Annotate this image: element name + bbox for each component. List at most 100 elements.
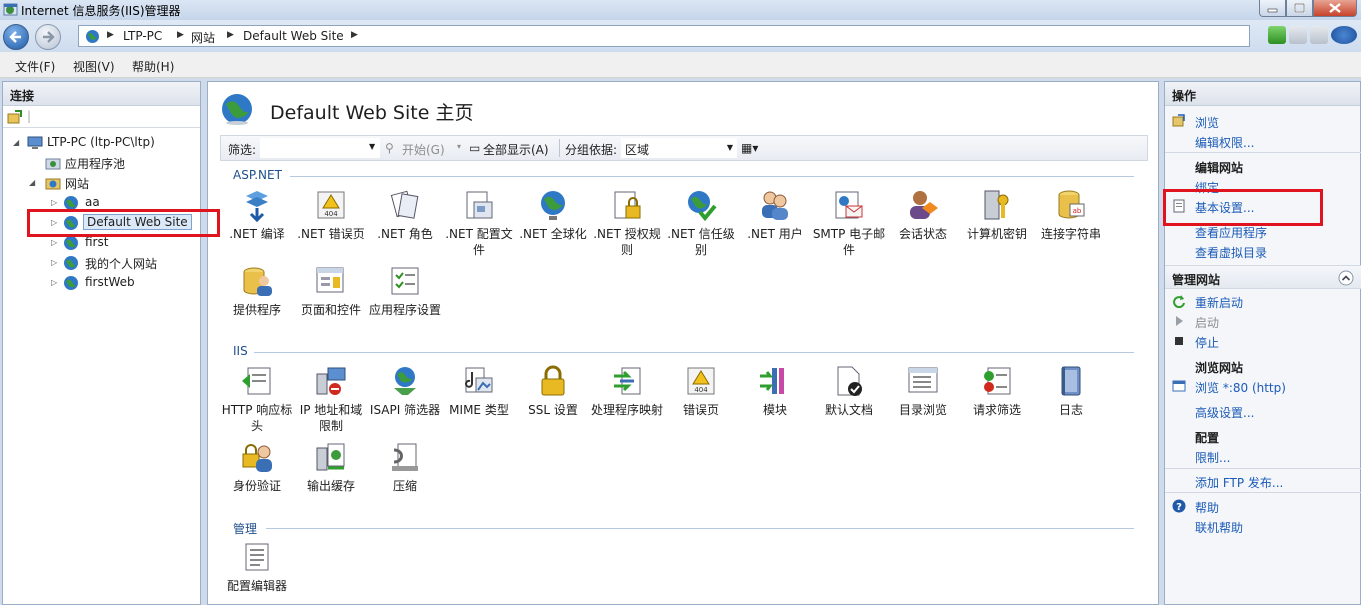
feature-net-roles[interactable]: .NET 角色 bbox=[368, 188, 442, 242]
minimize-button[interactable] bbox=[1259, 0, 1286, 17]
group-by-select[interactable]: 区域 ▼ bbox=[621, 138, 737, 158]
feature-machine-key[interactable]: 计算机密钥 bbox=[960, 188, 1034, 242]
go-button[interactable]: 开始(G) bbox=[402, 141, 445, 158]
collapse-up-icon[interactable] bbox=[1338, 270, 1354, 286]
feature-ip-domain-restrictions[interactable]: IP 地址和域限制 bbox=[294, 364, 368, 434]
feature-default-document[interactable]: 默认文档 bbox=[812, 364, 886, 418]
expand-icon[interactable]: ▷ bbox=[51, 258, 57, 267]
chevron-right-icon: ▶ bbox=[351, 30, 358, 40]
tree-node-site-personal[interactable]: ▷ 我的个人网站 bbox=[51, 254, 201, 272]
action-view-applications[interactable]: 查看应用程序 bbox=[1195, 224, 1267, 241]
action-online-help[interactable]: 联机帮助 bbox=[1195, 519, 1243, 536]
tree-node-app-pools[interactable]: 应用程序池 bbox=[39, 154, 199, 172]
home-icon[interactable] bbox=[1310, 26, 1328, 44]
group-title-configure: 配置 bbox=[1195, 431, 1220, 445]
breadcrumb-sites[interactable]: 网站 bbox=[191, 29, 215, 46]
feature-handler-mappings[interactable]: 处理程序映射 bbox=[590, 364, 664, 418]
feature-error-pages[interactable]: 404 错误页 bbox=[664, 364, 738, 418]
feature-pages-controls[interactable]: 页面和控件 bbox=[294, 264, 368, 318]
computer-icon bbox=[27, 136, 43, 149]
feature-compression[interactable]: 压缩 bbox=[368, 440, 442, 494]
stop-icon[interactable] bbox=[1289, 26, 1307, 44]
refresh-icon[interactable] bbox=[1268, 26, 1286, 44]
breadcrumb-server[interactable]: LTP-PC bbox=[123, 29, 162, 43]
tree-node-server[interactable]: ◢ LTP-PC (ltp-PC\ltp) bbox=[13, 134, 198, 152]
action-help[interactable]: 帮助 bbox=[1195, 499, 1219, 516]
feature-session-state[interactable]: 会话状态 bbox=[886, 188, 960, 242]
feature-modules[interactable]: 模块 bbox=[738, 364, 812, 418]
feature-isapi-filters[interactable]: ISAPI 筛选器 bbox=[368, 364, 442, 418]
feature-directory-browsing[interactable]: 目录浏览 bbox=[886, 364, 960, 418]
feature-config-editor[interactable]: 配置编辑器 bbox=[220, 540, 294, 594]
menu-file[interactable]: 文件(F) bbox=[15, 58, 55, 75]
actions-panel: 操作 浏览 编辑权限... 编辑网站 绑定... 基本设置... 查看应用程序 … bbox=[1164, 81, 1361, 605]
feature-app-settings[interactable]: 应用程序设置 bbox=[368, 264, 442, 318]
title-bar: Internet 信息服务(IIS)管理器 bbox=[0, 0, 1361, 20]
dropdown-arrow-icon[interactable]: ▼ bbox=[369, 142, 375, 151]
folder-globe-icon bbox=[45, 178, 61, 190]
globe-icon bbox=[64, 236, 78, 250]
feature-smtp-email[interactable]: SMTP 电子邮件 bbox=[812, 188, 886, 258]
section-divider bbox=[266, 528, 1134, 529]
svg-text:?: ? bbox=[1176, 502, 1182, 513]
collapse-icon[interactable]: ◢ bbox=[29, 178, 35, 187]
dropdown-arrow-icon: ▼ bbox=[726, 143, 733, 152]
feature-mime-types[interactable]: MIME 类型 bbox=[442, 364, 516, 418]
action-start[interactable]: 启动 bbox=[1195, 314, 1219, 331]
feature-http-response-headers[interactable]: HTTP 响应标头 bbox=[220, 364, 294, 434]
action-edit-permissions[interactable]: 编辑权限... bbox=[1195, 134, 1254, 151]
forward-button[interactable] bbox=[35, 24, 61, 50]
expand-icon[interactable]: ▷ bbox=[51, 198, 57, 207]
expand-icon[interactable]: ▷ bbox=[51, 278, 57, 287]
show-all-button[interactable]: 全部显示(A) bbox=[483, 141, 549, 158]
action-stop[interactable]: 停止 bbox=[1195, 334, 1219, 351]
feature-ssl-settings[interactable]: SSL 设置 bbox=[516, 364, 590, 418]
modules-icon bbox=[760, 368, 784, 394]
config-editor-icon bbox=[245, 543, 269, 571]
address-path[interactable]: ▶ LTP-PC ▶ 网站 ▶ Default Web Site ▶ bbox=[78, 25, 1250, 47]
action-view-virtual-dirs[interactable]: 查看虚拟目录 bbox=[1195, 244, 1267, 261]
feature-output-caching[interactable]: 输出缓存 bbox=[294, 440, 368, 494]
feature-net-trust-levels[interactable]: .NET 信任级别 bbox=[664, 188, 738, 258]
feature-net-authorization[interactable]: .NET 授权规则 bbox=[590, 188, 664, 258]
filter-input[interactable] bbox=[260, 138, 380, 158]
feature-label: 页面和控件 bbox=[300, 303, 361, 317]
feature-net-users[interactable]: .NET 用户 bbox=[738, 188, 812, 242]
breadcrumb-site[interactable]: Default Web Site bbox=[243, 29, 344, 43]
help-icon[interactable] bbox=[1331, 26, 1357, 44]
tree-node-sites[interactable]: ◢ 网站 bbox=[29, 174, 199, 192]
feature-logging[interactable]: 日志 bbox=[1034, 364, 1108, 418]
binoculars-icon: ⚲ bbox=[385, 141, 394, 155]
svg-text:404: 404 bbox=[694, 386, 708, 394]
group-by-value: 区域 bbox=[625, 143, 650, 157]
view-mode-icon[interactable]: ▦▾ bbox=[741, 141, 758, 155]
feature-providers[interactable]: 提供程序 bbox=[220, 264, 294, 318]
action-limits[interactable]: 限制... bbox=[1195, 449, 1230, 466]
feature-authentication[interactable]: 身份验证 bbox=[220, 440, 294, 494]
maximize-button[interactable] bbox=[1286, 0, 1313, 17]
feature-net-profile[interactable]: .NET 配置文件 bbox=[442, 188, 516, 258]
error-page-icon: 404 bbox=[317, 191, 345, 219]
tree-node-site-firstweb[interactable]: ▷ firstWeb bbox=[51, 274, 201, 292]
expand-icon[interactable]: ▷ bbox=[51, 238, 57, 247]
actions-header: 操作 bbox=[1165, 82, 1360, 106]
feature-connection-strings[interactable]: ab 连接字符串 bbox=[1034, 188, 1108, 242]
action-browse-http[interactable]: 浏览 *:80 (http) bbox=[1195, 379, 1286, 396]
collapse-icon[interactable]: ◢ bbox=[13, 138, 19, 147]
feature-net-globalization[interactable]: .NET 全球化 bbox=[516, 188, 590, 242]
connect-icon[interactable] bbox=[7, 109, 23, 125]
action-add-ftp[interactable]: 添加 FTP 发布... bbox=[1195, 474, 1283, 491]
feature-request-filtering[interactable]: 请求筛选 bbox=[960, 364, 1034, 418]
close-button[interactable] bbox=[1313, 0, 1357, 17]
menu-help[interactable]: 帮助(H) bbox=[132, 58, 174, 75]
feature-net-compilation[interactable]: .NET 编译 bbox=[220, 188, 294, 242]
default-document-icon bbox=[837, 366, 862, 396]
back-button[interactable] bbox=[3, 24, 29, 50]
action-explore[interactable]: 浏览 bbox=[1195, 114, 1219, 131]
email-icon bbox=[835, 191, 863, 219]
feature-label: .NET 用户 bbox=[747, 227, 803, 241]
feature-net-error-pages[interactable]: 404 .NET 错误页 bbox=[294, 188, 368, 242]
menu-view[interactable]: 视图(V) bbox=[73, 58, 115, 75]
action-advanced-settings[interactable]: 高级设置... bbox=[1195, 404, 1254, 421]
action-restart[interactable]: 重新启动 bbox=[1195, 294, 1243, 311]
